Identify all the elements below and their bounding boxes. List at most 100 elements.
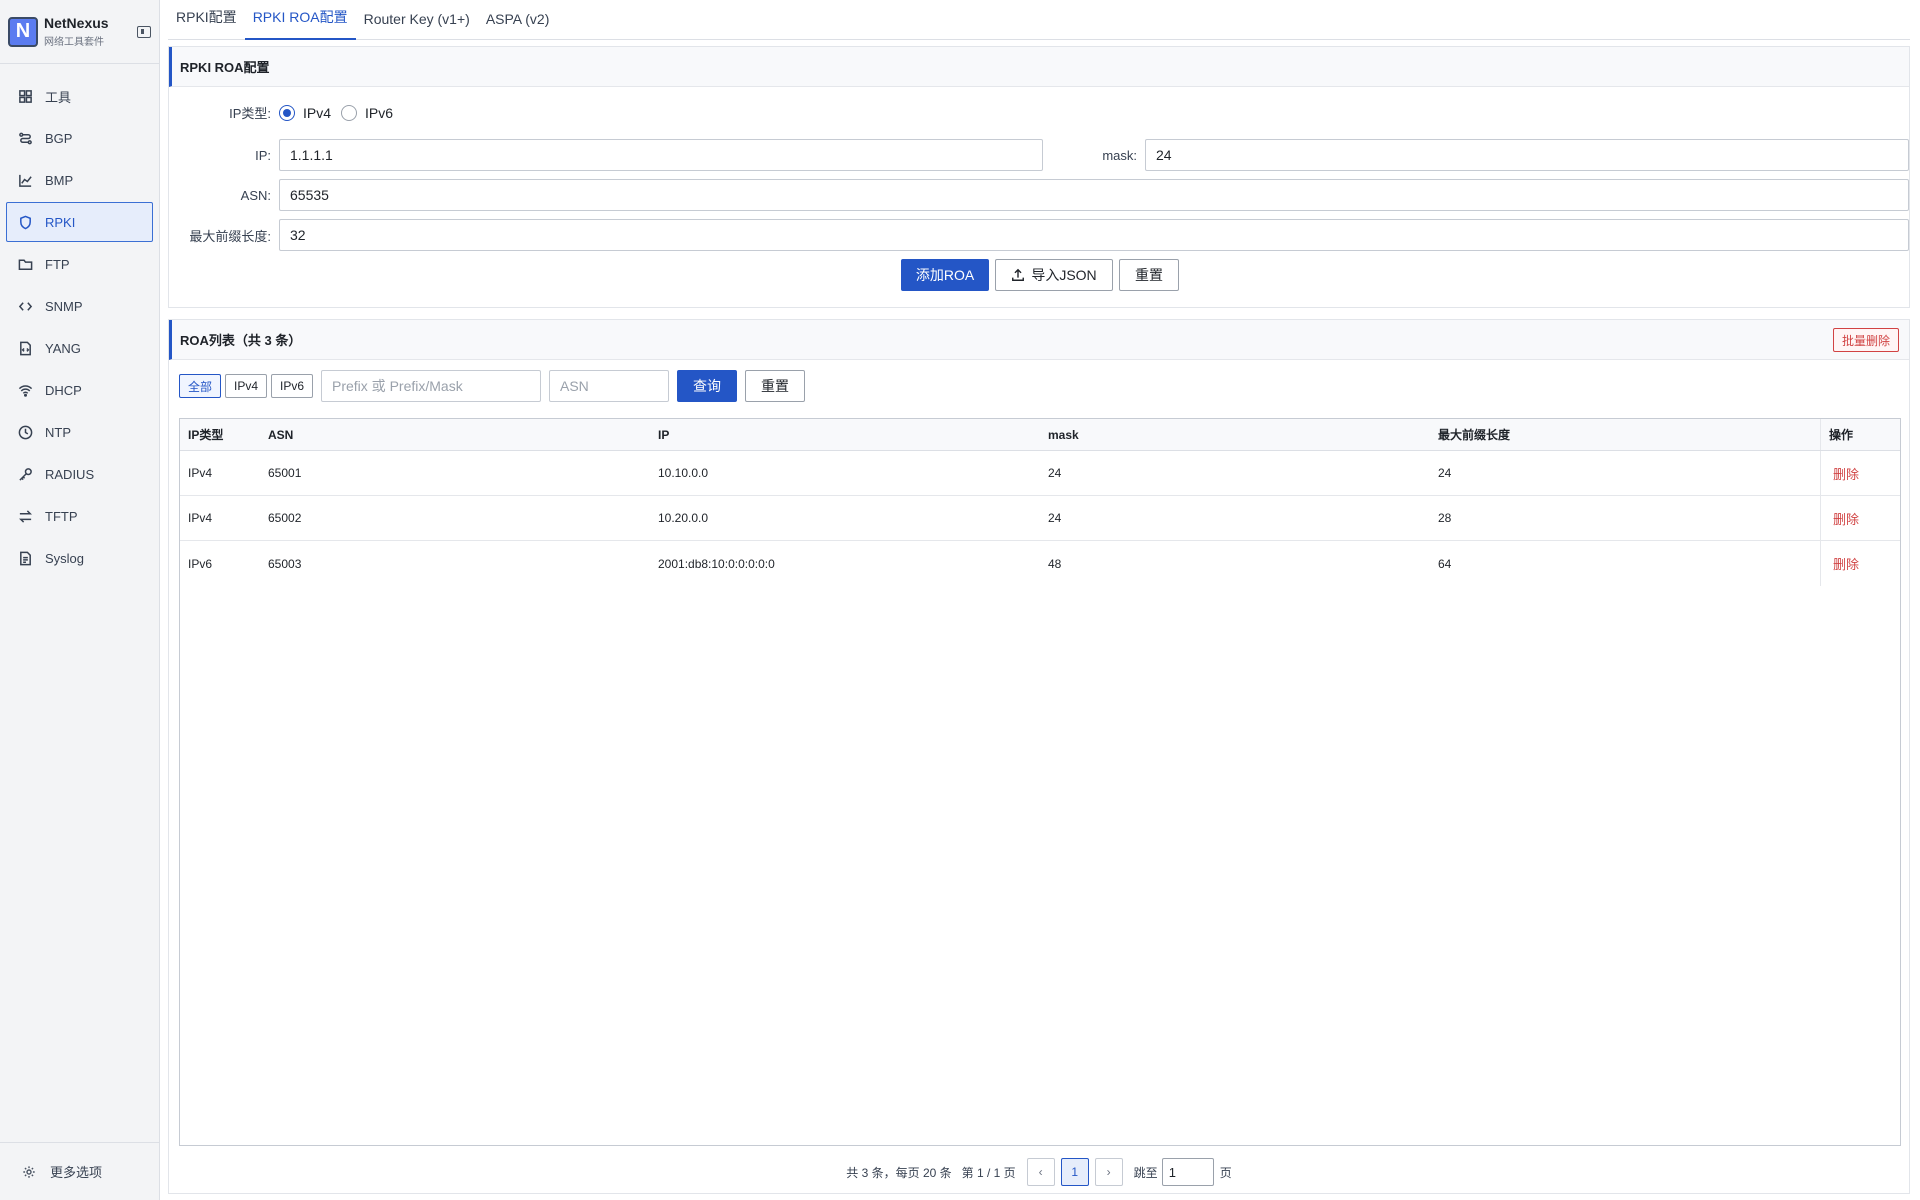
prev-page-button[interactable]: ‹ <box>1026 1158 1055 1186</box>
main-content: RPKI配置 RPKI ROA配置 Router Key (v1+) ASPA … <box>160 0 1920 1200</box>
delete-row-button[interactable]: 删除 <box>1820 496 1900 540</box>
mask-input[interactable]: 24 <box>1145 139 1909 171</box>
max-len-row: 最大前缀长度: 32 <box>183 219 1909 251</box>
table-row: IPv6 65003 2001:db8:10:0:0:0:0:0 48 64 删… <box>180 541 1900 586</box>
delete-row-button[interactable]: 删除 <box>1820 451 1900 495</box>
wifi-icon <box>17 382 33 398</box>
table-row: IPv4 65001 10.10.0.0 24 24 删除 <box>180 451 1900 496</box>
query-button[interactable]: 查询 <box>677 370 737 402</box>
sidebar-item-yang[interactable]: YANG <box>6 328 153 368</box>
sidebar-item-label: BMP <box>45 172 74 188</box>
radio-ipv6[interactable]: IPv6 <box>341 104 393 121</box>
ip-input[interactable]: 1.1.1.1 <box>279 139 1043 171</box>
col-ip: IP <box>658 427 670 442</box>
sidebar-item-ntp[interactable]: NTP <box>6 412 153 452</box>
batch-delete-button[interactable]: 批量删除 <box>1832 328 1899 352</box>
sidebar-item-tftp[interactable]: TFTP <box>6 496 153 536</box>
sidebar-item-label: BGP <box>45 130 73 146</box>
sidebar-item-bgp[interactable]: BGP <box>6 118 153 158</box>
route-icon <box>17 130 33 146</box>
col-ip-type: IP类型 <box>188 428 224 442</box>
jump-label: 跳至 <box>1133 1165 1158 1180</box>
code-icon <box>17 298 33 314</box>
mask-label: mask: <box>1102 147 1137 163</box>
max-len-input[interactable]: 32 <box>279 219 1909 251</box>
sidebar-collapse-icon[interactable] <box>137 25 151 38</box>
panel-title: RPKI ROA配置 <box>169 47 1909 87</box>
asn-search-input[interactable]: ASN <box>549 370 669 402</box>
sidebar-item-snmp[interactable]: SNMP <box>6 286 153 326</box>
filter-ipv6[interactable]: IPv6 <box>271 374 313 398</box>
sidebar-item-radius[interactable]: RADIUS <box>6 454 153 494</box>
sidebar-item-tools[interactable]: 工具 <box>6 76 153 116</box>
sidebar-item-label: DHCP <box>45 382 82 398</box>
sidebar-item-rpki[interactable]: RPKI <box>6 202 153 242</box>
tab-aspa[interactable]: ASPA (v2) <box>478 11 558 39</box>
table-header: IP类型 ASN IP mask 最大前缀长度 操作 <box>180 419 1900 451</box>
max-len-label: 最大前缀长度: <box>189 228 271 244</box>
prefix-search-input[interactable]: Prefix 或 Prefix/Mask <box>321 370 541 402</box>
tab-rpki-roa-config[interactable]: RPKI ROA配置 <box>244 7 356 40</box>
sidebar-item-label: SNMP <box>45 298 83 314</box>
mask-row: mask: 24 <box>1049 139 1909 171</box>
gear-icon <box>23 1165 35 1178</box>
radio-unchecked-icon <box>341 104 358 121</box>
next-page-button[interactable]: › <box>1094 1158 1123 1186</box>
sidebar-item-label: YANG <box>45 340 81 356</box>
chart-icon <box>17 172 33 188</box>
filter-all[interactable]: 全部 <box>179 374 221 398</box>
key-icon <box>17 466 33 482</box>
sidebar-item-bmp[interactable]: BMP <box>6 160 153 200</box>
col-action: 操作 <box>1820 419 1900 450</box>
brand: N NetNexus 网络工具套件 <box>0 0 159 64</box>
more-options-button[interactable]: 更多选项 <box>0 1142 159 1200</box>
sidebar-item-dhcp[interactable]: DHCP <box>6 370 153 410</box>
sidebar-item-label: RPKI <box>45 214 76 230</box>
sidebar-item-ftp[interactable]: FTP <box>6 244 153 284</box>
import-json-button[interactable]: 导入JSON <box>995 259 1113 291</box>
asn-label: ASN: <box>240 187 271 203</box>
transfer-icon <box>17 508 33 524</box>
jump-suffix: 页 <box>1219 1165 1232 1180</box>
col-mask: mask <box>1048 427 1079 442</box>
pager-page-info: 第 1 / 1 页 <box>961 1165 1016 1180</box>
sidebar-item-label: NTP <box>45 424 71 440</box>
filter-ipv4[interactable]: IPv4 <box>225 374 267 398</box>
document-icon <box>17 550 33 566</box>
page-1-button[interactable]: 1 <box>1060 1158 1089 1186</box>
col-asn: ASN <box>268 427 294 442</box>
tab-rpki-config[interactable]: RPKI配置 <box>168 7 245 39</box>
sidebar-nav: 工具 BGP BMP RPKI FTP SNMP YANG DHCP NTP R… <box>0 64 159 578</box>
more-options-label: 更多选项 <box>50 1165 103 1180</box>
folder-icon <box>17 256 33 272</box>
app-name: NetNexus <box>44 15 109 31</box>
jump-page-input[interactable]: 1 <box>1161 1158 1214 1186</box>
tab-router-key[interactable]: Router Key (v1+) <box>356 11 478 39</box>
app-subtitle: 网络工具套件 <box>44 37 104 48</box>
delete-row-button[interactable]: 删除 <box>1820 541 1900 586</box>
radio-ipv4[interactable]: IPv4 <box>279 104 331 121</box>
shield-icon <box>17 214 33 230</box>
upload-icon <box>1012 268 1025 281</box>
form-reset-button[interactable]: 重置 <box>1119 259 1179 291</box>
asn-row: ASN: 65535 <box>183 179 1909 211</box>
add-roa-button[interactable]: 添加ROA <box>901 259 989 291</box>
ip-row: IP: 1.1.1.1 <box>183 139 1043 171</box>
ip-type-label: IP类型: <box>229 106 271 121</box>
ip-type-row: IP类型: IPv4 IPv6 <box>183 103 403 122</box>
tab-bar: RPKI配置 RPKI ROA配置 Router Key (v1+) ASPA … <box>168 0 1910 40</box>
sidebar-item-syslog[interactable]: Syslog <box>6 538 153 578</box>
app-logo: N <box>8 16 38 47</box>
table-row: IPv4 65002 10.20.0.0 24 28 删除 <box>180 496 1900 541</box>
sidebar-item-label: Syslog <box>45 550 85 566</box>
panel-title: ROA列表（共 3 条） <box>169 320 1909 360</box>
sidebar-item-label: TFTP <box>45 508 78 524</box>
asn-input[interactable]: 65535 <box>279 179 1909 211</box>
radio-checked-icon <box>279 104 295 121</box>
filter-reset-button[interactable]: 重置 <box>745 370 805 402</box>
pager-summary: 共 3 条，每页 20 条 <box>846 1165 952 1180</box>
sidebar-item-label: FTP <box>45 256 70 272</box>
sidebar: N NetNexus 网络工具套件 工具 BGP BMP RPKI FTP SN… <box>0 0 160 1200</box>
clock-icon <box>17 424 33 440</box>
col-max-len: 最大前缀长度 <box>1438 428 1511 442</box>
